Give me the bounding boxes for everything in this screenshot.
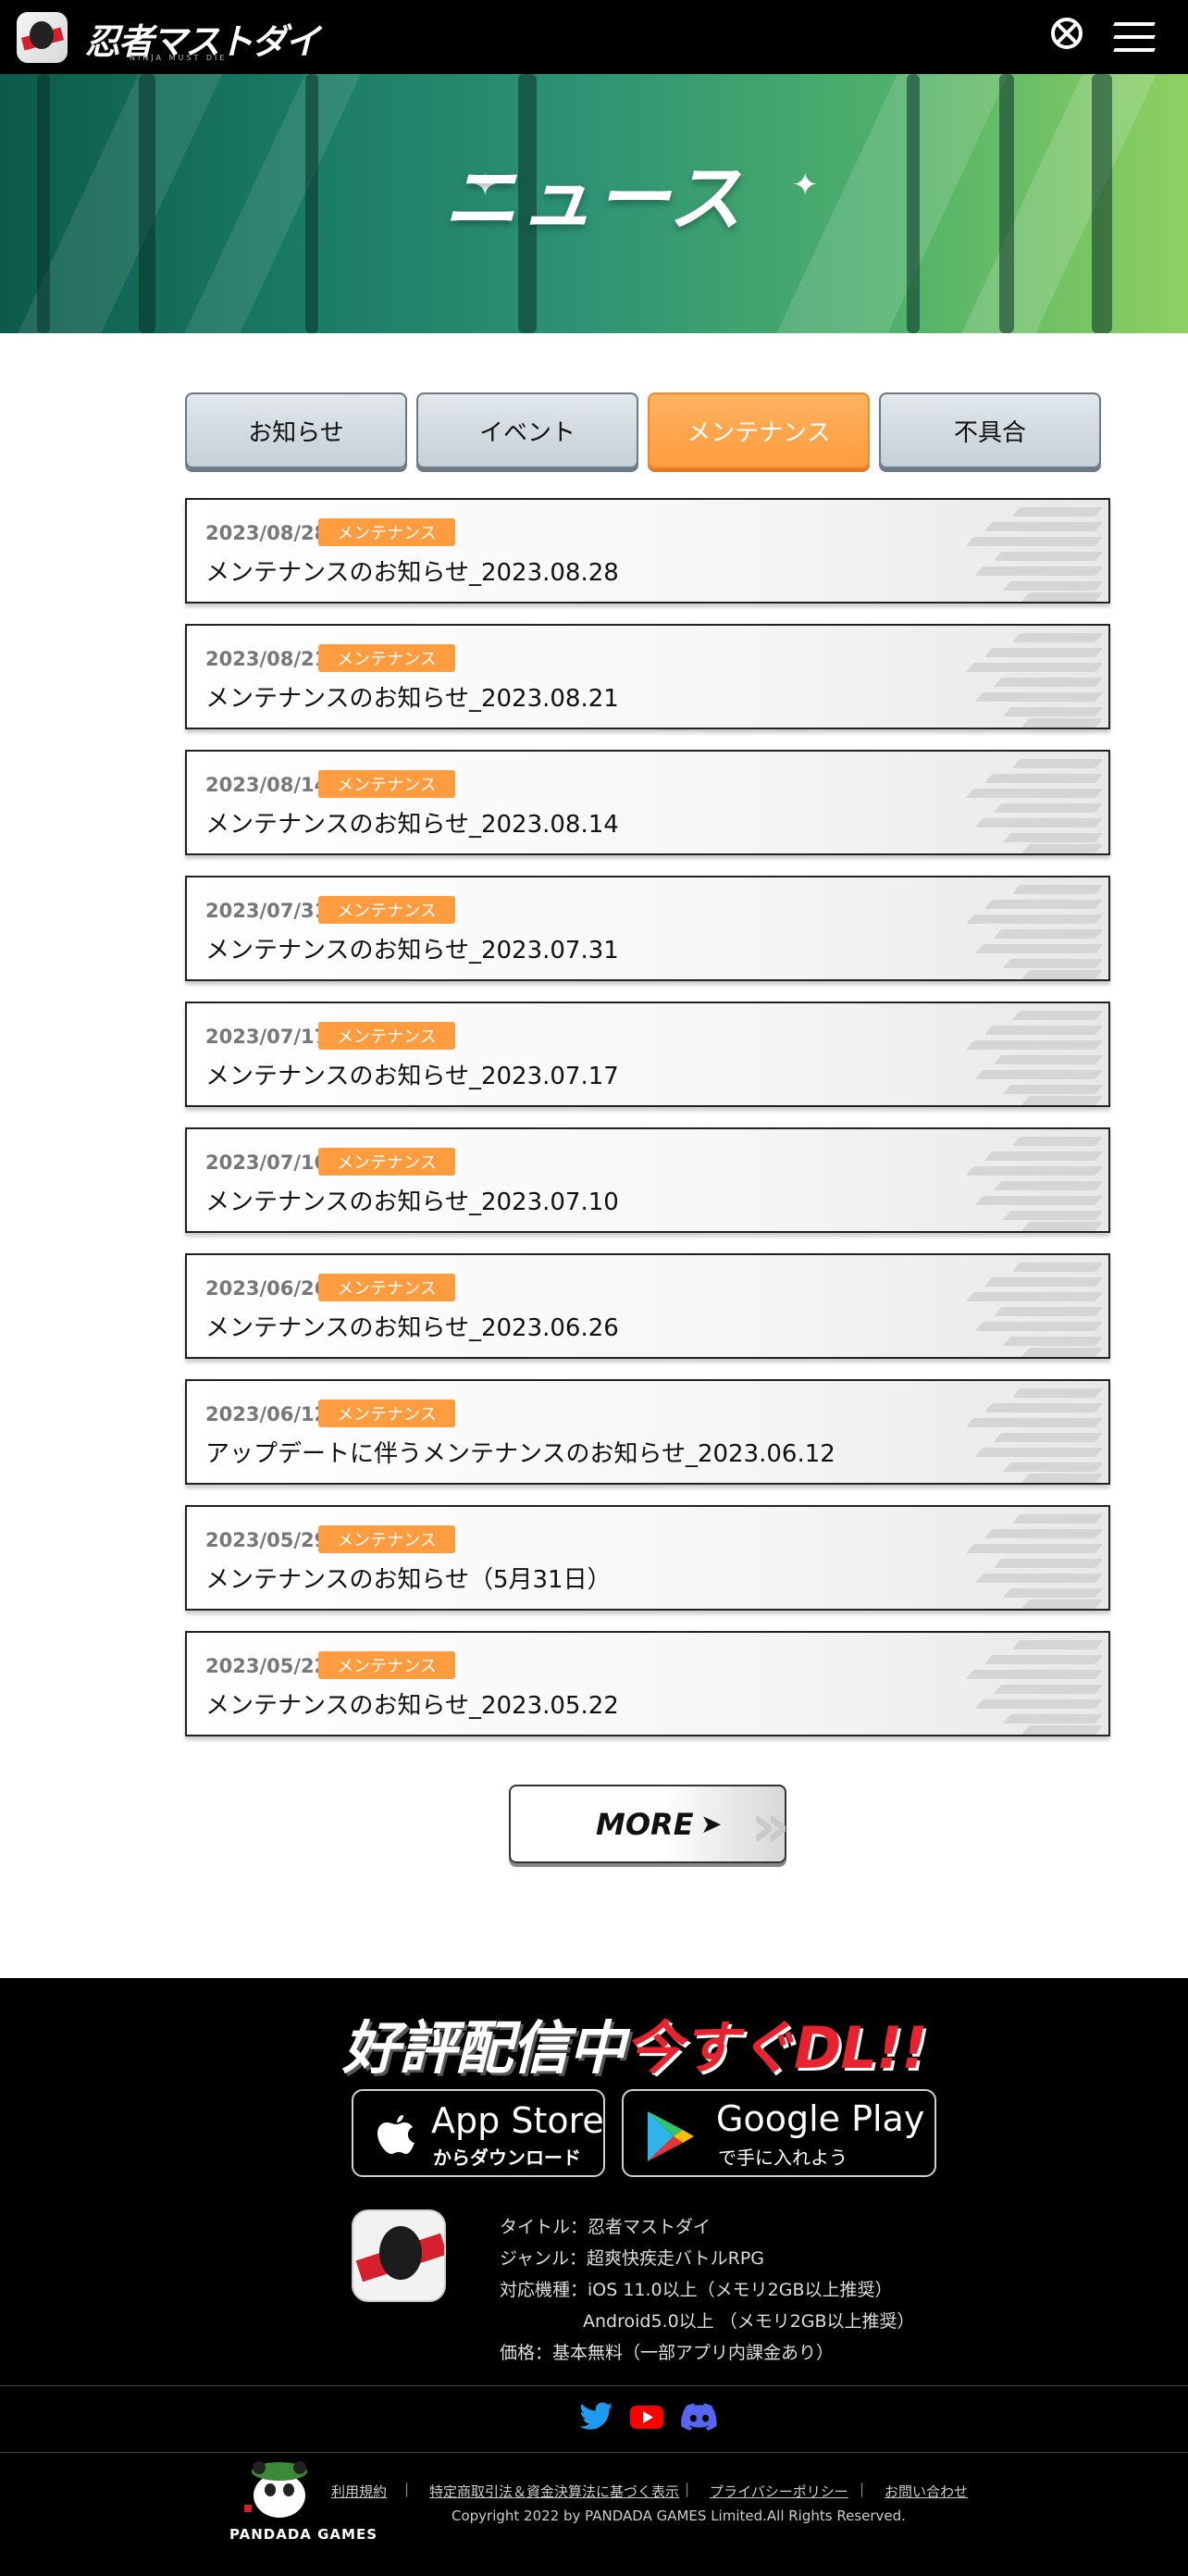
- category-badge: メンテナンス: [318, 644, 455, 672]
- info-devices-android: Android5.0以上 （メモリ2GB以上推奨）: [583, 2311, 915, 2332]
- site-header: 忍者マストダイ NINJA MUST DIE: [0, 0, 1188, 74]
- news-item[interactable]: 2023/05/22 メンテナンスメンテナンスのお知らせ_2023.05.22: [185, 1631, 1110, 1736]
- news-item[interactable]: 2023/05/29 メンテナンスメンテナンスのお知らせ（5月31日）: [185, 1505, 1110, 1611]
- logo-icon[interactable]: [17, 12, 68, 63]
- download-heading-white: 好評配信中: [342, 2014, 625, 2082]
- app-icon: [352, 2209, 446, 2302]
- google-play-icon: [648, 2111, 694, 2161]
- steam-icon[interactable]: [1051, 18, 1083, 49]
- news-title[interactable]: メンテナンスのお知らせ_2023.08.21: [205, 679, 619, 714]
- link-separator: |: [404, 2481, 410, 2497]
- news-item[interactable]: 2023/07/31 メンテナンスメンテナンスのお知らせ_2023.07.31: [185, 876, 1110, 981]
- link-commercial-law[interactable]: 特定商取引法＆資金決算法に基づく表示: [429, 2482, 679, 2501]
- category-badge: メンテナンス: [318, 1651, 455, 1679]
- google-play-sub: で手に入れよう: [718, 2147, 848, 2169]
- tab-bug[interactable]: 不具合: [879, 392, 1101, 468]
- news-title[interactable]: メンテナンスのお知らせ_2023.08.14: [205, 805, 619, 840]
- news-item[interactable]: 2023/08/14 メンテナンスメンテナンスのお知らせ_2023.08.14: [185, 750, 1110, 855]
- brush-decoration: [960, 626, 1104, 728]
- chevrons-icon: »: [750, 1790, 789, 1861]
- news-item[interactable]: 2023/08/28 メンテナンスメンテナンスのお知らせ_2023.08.28: [185, 498, 1110, 604]
- news-title[interactable]: メンテナンスのお知らせ_2023.07.17: [205, 1057, 619, 1091]
- company-name: PANDADA GAMES: [229, 2526, 378, 2543]
- panda-logo[interactable]: [241, 2455, 318, 2521]
- logo-subtitle: NINJA MUST DIE: [130, 54, 228, 62]
- category-badge: メンテナンス: [318, 896, 455, 924]
- brush-decoration: [960, 500, 1104, 602]
- category-badge: メンテナンス: [318, 1022, 455, 1050]
- hero-banner: ✦ ✦ ニュース: [0, 74, 1188, 333]
- site-footer: 好評配信中今すぐDL!! App Store からダウンロード Google P…: [0, 1978, 1188, 2576]
- youtube-icon[interactable]: [629, 2402, 664, 2432]
- menu-icon[interactable]: [1113, 20, 1156, 54]
- app-store-label: App Store: [431, 2100, 604, 2141]
- google-play-button[interactable]: Google Play で手に入れよう: [622, 2089, 936, 2177]
- twitter-icon[interactable]: [579, 2402, 614, 2432]
- brush-decoration: [960, 752, 1104, 853]
- category-badge: メンテナンス: [318, 518, 455, 546]
- news-item[interactable]: 2023/07/10 メンテナンスメンテナンスのお知らせ_2023.07.10: [185, 1127, 1110, 1233]
- news-date: 2023/07/10: [205, 1151, 328, 1174]
- news-date: 2023/07/31: [205, 900, 328, 922]
- brush-decoration: [960, 1633, 1104, 1735]
- news-title[interactable]: メンテナンスのお知らせ_2023.08.28: [205, 554, 619, 588]
- info-price: 価格：基本無料（一部アプリ内課金あり）: [500, 2343, 835, 2363]
- download-heading: 好評配信中今すぐDL!!: [342, 2001, 928, 2084]
- news-date: 2023/07/17: [205, 1026, 328, 1048]
- category-badge: メンテナンス: [318, 1148, 455, 1176]
- page-title: ニュース: [444, 156, 744, 242]
- news-date: 2023/05/29: [205, 1529, 328, 1551]
- divider: [0, 2385, 1188, 2386]
- brush-decoration: [960, 1381, 1104, 1483]
- news-date: 2023/08/21: [205, 648, 328, 670]
- link-terms[interactable]: 利用規約: [331, 2482, 387, 2501]
- tab-notice[interactable]: お知らせ: [185, 392, 407, 468]
- info-title: タイトル：忍者マストダイ: [500, 2217, 712, 2237]
- divider: [0, 2452, 1188, 2453]
- apple-icon: [377, 2115, 415, 2154]
- info-devices-ios: 対応機種：iOS 11.0以上（メモリ2GB以上推奨）: [500, 2280, 893, 2300]
- info-genre: ジャンル：超爽快疾走バトルRPG: [500, 2248, 765, 2269]
- news-title[interactable]: メンテナンスのお知らせ_2023.07.10: [205, 1183, 619, 1217]
- brush-decoration: [960, 877, 1104, 979]
- news-date: 2023/08/28: [205, 522, 328, 544]
- news-title[interactable]: メンテナンスのお知らせ_2023.06.26: [205, 1309, 619, 1343]
- news-title[interactable]: アップデートに伴うメンテナンスのお知らせ_2023.06.12: [205, 1435, 835, 1469]
- brush-decoration: [960, 1129, 1104, 1231]
- news-date: 2023/06/26: [205, 1277, 328, 1300]
- link-contact[interactable]: お問い合わせ: [885, 2482, 968, 2501]
- discord-icon[interactable]: [681, 2402, 718, 2432]
- link-privacy[interactable]: プライバシーポリシー: [710, 2482, 848, 2501]
- download-heading-red: 今すぐDL!!: [625, 2014, 928, 2082]
- category-badge: メンテナンス: [318, 1525, 455, 1553]
- app-store-button[interactable]: App Store からダウンロード: [352, 2089, 605, 2177]
- news-title[interactable]: メンテナンスのお知らせ_2023.05.22: [205, 1686, 619, 1721]
- arrow-icon: ➤: [700, 1809, 723, 1839]
- news-item[interactable]: 2023/06/12 メンテナンスアップデートに伴うメンテナンスのお知らせ_202…: [185, 1379, 1110, 1485]
- more-label: MORE: [596, 1807, 694, 1842]
- google-play-label: Google Play: [716, 2098, 925, 2139]
- link-separator: |: [860, 2481, 865, 2497]
- brush-decoration: [960, 1507, 1104, 1609]
- more-button[interactable]: » MORE ➤: [509, 1785, 790, 1863]
- brush-decoration: [960, 1003, 1104, 1105]
- news-date: 2023/08/14: [205, 774, 328, 796]
- news-title[interactable]: メンテナンスのお知らせ（5月31日）: [205, 1561, 612, 1595]
- news-date: 2023/05/22: [205, 1655, 328, 1677]
- news-title[interactable]: メンテナンスのお知らせ_2023.07.31: [205, 931, 619, 965]
- tab-event[interactable]: イベント: [416, 392, 638, 468]
- app-store-sub: からダウンロード: [433, 2147, 581, 2169]
- category-badge: メンテナンス: [318, 1274, 455, 1301]
- news-item[interactable]: 2023/06/26 メンテナンスメンテナンスのお知らせ_2023.06.26: [185, 1253, 1110, 1359]
- news-item[interactable]: 2023/08/21 メンテナンスメンテナンスのお知らせ_2023.08.21: [185, 624, 1110, 729]
- news-date: 2023/06/12: [205, 1403, 328, 1425]
- category-badge: メンテナンス: [318, 1400, 455, 1427]
- category-badge: メンテナンス: [318, 770, 455, 798]
- news-item[interactable]: 2023/07/17 メンテナンスメンテナンスのお知らせ_2023.07.17: [185, 1002, 1110, 1107]
- tab-maintenance[interactable]: メンテナンス: [648, 392, 870, 468]
- copyright: Copyright 2022 by PANDADA GAMES Limited.…: [452, 2508, 906, 2524]
- brush-decoration: [960, 1255, 1104, 1357]
- link-separator: |: [685, 2481, 690, 2497]
